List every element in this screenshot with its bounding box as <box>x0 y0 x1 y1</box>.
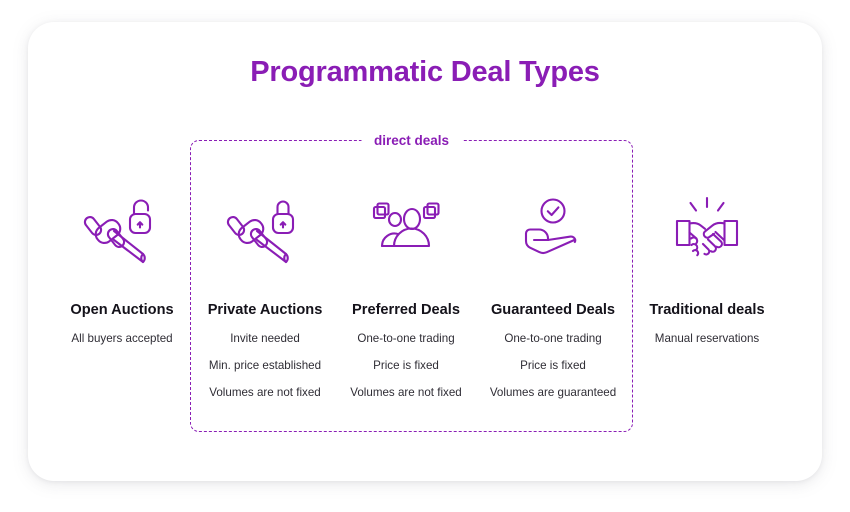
deal-column-traditional-deals[interactable]: Traditional deals Manual reservations <box>622 192 792 346</box>
deal-column-preferred-deals[interactable]: Preferred Deals One-to-one trading Price… <box>321 192 491 400</box>
column-line: Volumes are guaranteed <box>489 386 617 399</box>
deal-type-columns: Open Auctions All buyers accepted Privat… <box>28 22 822 481</box>
column-line: One-to-one trading <box>357 332 455 345</box>
column-line: One-to-one trading <box>504 332 602 345</box>
two-people-windows-icon <box>321 192 491 268</box>
column-title: Preferred Deals <box>352 302 460 318</box>
column-lines: One-to-one trading Price is fixed Volume… <box>468 332 638 400</box>
deal-types-card: Programmatic Deal Types direct deals Ope… <box>28 22 822 481</box>
column-lines: One-to-one trading Price is fixed Volume… <box>321 332 491 400</box>
column-line: Manual reservations <box>654 332 760 345</box>
column-title: Traditional deals <box>649 302 765 318</box>
handshake-icon <box>622 192 792 268</box>
column-line: Price is fixed <box>373 359 439 372</box>
column-line: Volumes are not fixed <box>350 386 462 399</box>
column-line: Price is fixed <box>520 359 586 372</box>
deal-column-guaranteed-deals[interactable]: Guaranteed Deals One-to-one trading Pric… <box>468 192 638 400</box>
column-lines: Manual reservations <box>622 332 792 346</box>
hand-check-circle-icon <box>468 192 638 268</box>
column-title: Guaranteed Deals <box>490 302 616 318</box>
